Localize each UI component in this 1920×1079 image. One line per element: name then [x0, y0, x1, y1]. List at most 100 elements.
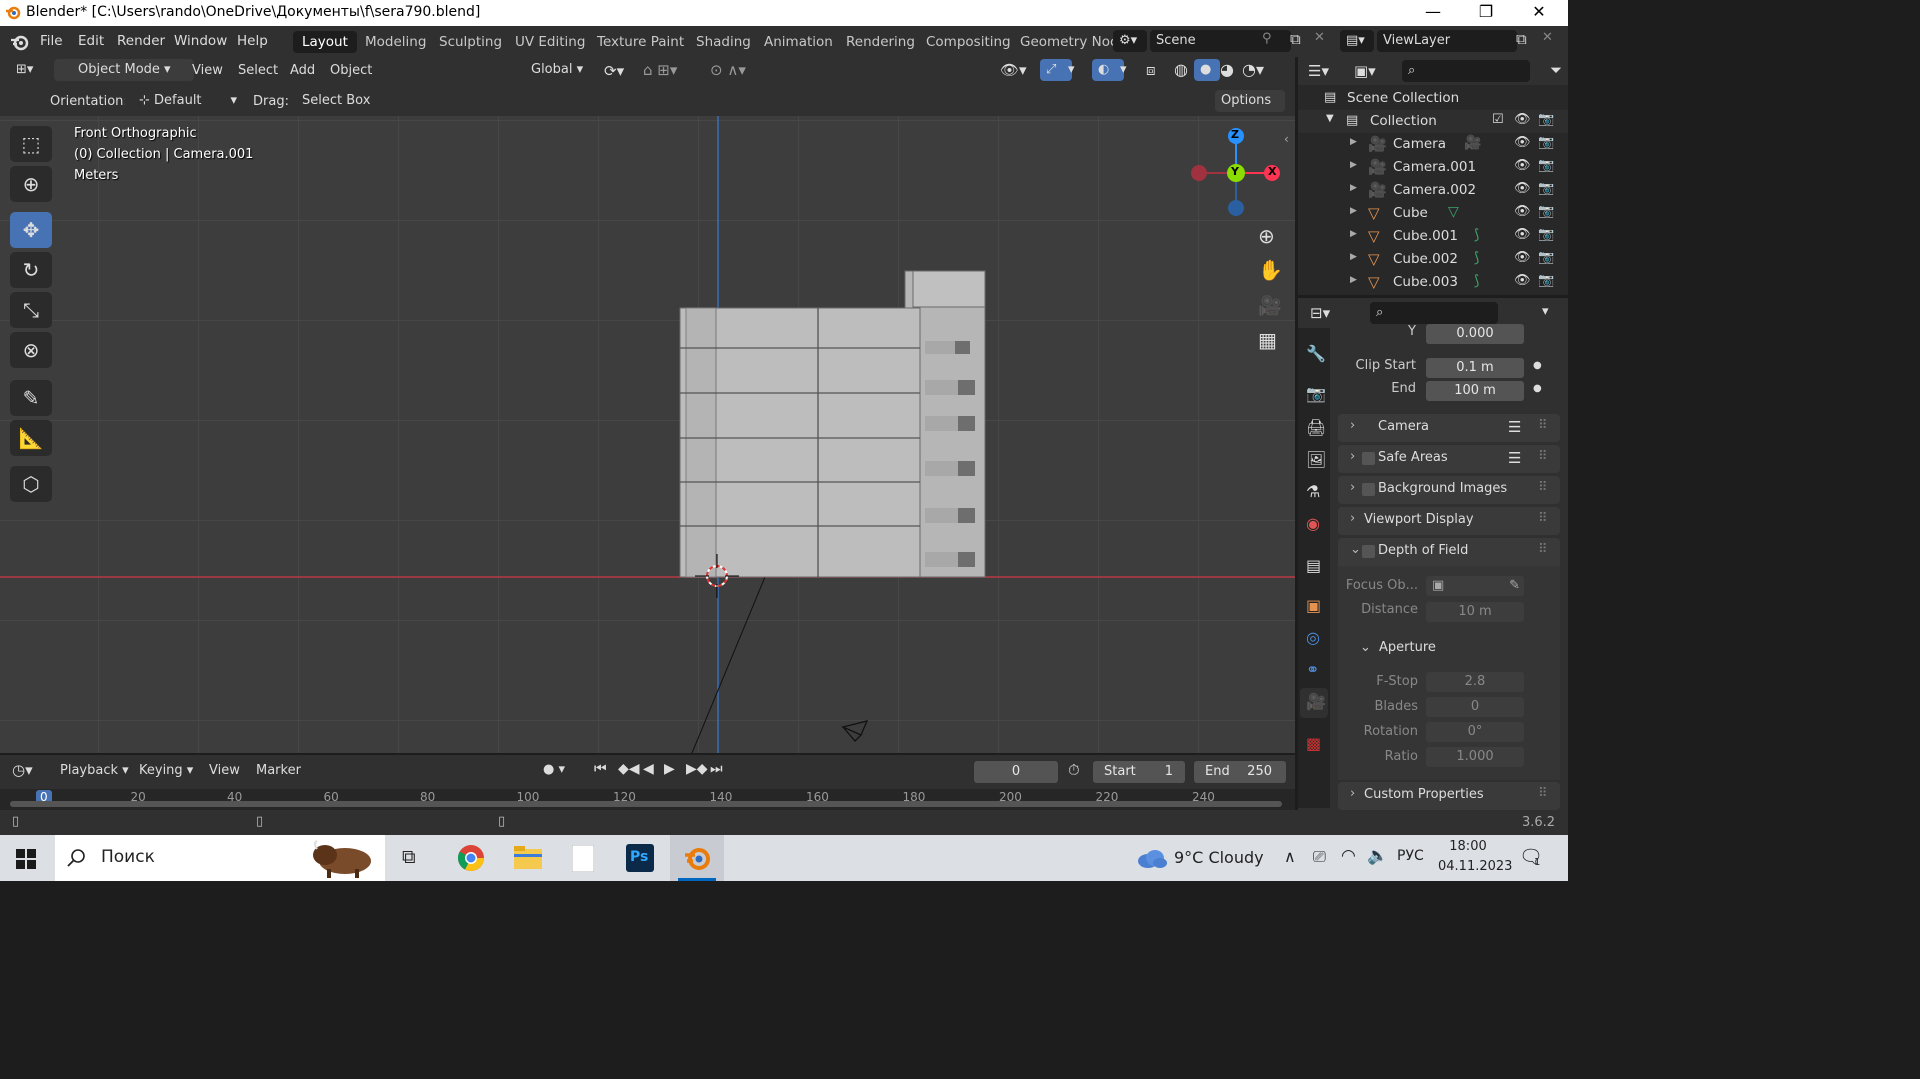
drag-handle-icon[interactable]: ⠿	[1538, 418, 1548, 433]
tab-animation[interactable]: Animation	[755, 31, 842, 53]
pan-hand-icon[interactable]: ✋	[1258, 258, 1283, 282]
ortho-grid-icon[interactable]: ▦	[1258, 328, 1277, 352]
rotate-tool[interactable]: ↻	[10, 252, 52, 288]
drag-handle-icon[interactable]: ⠿	[1538, 480, 1548, 495]
outliner-item[interactable]: ▶ 🎥 Camera.001 👁 📷	[1298, 156, 1568, 179]
clock-date[interactable]: 04.11.2023	[1438, 859, 1512, 874]
select-box-tool[interactable]: ⬚	[10, 126, 52, 162]
output-tab-icon[interactable]: 🖨	[1306, 418, 1326, 437]
filter-icon[interactable]: ⏷	[1550, 61, 1562, 79]
preview-range-icon[interactable]: ⏱	[1068, 761, 1080, 779]
proportional-edit-icon[interactable]: ⊙ ∧▾	[710, 61, 746, 79]
render-camera-icon[interactable]: 📷	[1538, 273, 1554, 288]
menu-keying[interactable]: Keying ▾	[139, 763, 193, 778]
outliner-item[interactable]: ▶ 🎥 Camera.002 👁 📷	[1298, 179, 1568, 202]
object-tab-icon[interactable]: ▣	[1306, 596, 1321, 615]
chrome-icon[interactable]	[457, 844, 485, 872]
play-icon[interactable]: ▶	[664, 761, 675, 777]
expand-collection-icon[interactable]: ▼	[1326, 113, 1334, 124]
distance-field[interactable]: 10 m	[1426, 602, 1524, 622]
visibility-eye-icon[interactable]: 👁	[1514, 227, 1531, 242]
language-indicator[interactable]: РУС	[1397, 848, 1424, 864]
options-dropdown[interactable]: Options ▾	[1215, 90, 1285, 130]
outliner-collection[interactable]: ▼ ▤ Collection ☑ 👁 📷	[1298, 110, 1568, 133]
taskbar-search-box[interactable]: Поиск	[55, 835, 385, 881]
auto-keying-icon[interactable]: ● ▾	[543, 762, 565, 777]
panel-camera[interactable]: › Camera ☰ ⠿	[1338, 414, 1560, 442]
tray-device-icon[interactable]: ⎚	[1313, 847, 1326, 867]
outliner-search-input[interactable]: ⌕	[1402, 60, 1530, 82]
camera-data-tab-icon[interactable]: 🎥	[1306, 692, 1326, 711]
rendered-shading-icon[interactable]: ◔▾	[1242, 60, 1264, 79]
end-frame-field[interactable]: End 250	[1194, 761, 1286, 783]
solid-shading-icon[interactable]: ●	[1194, 59, 1220, 81]
visibility-eye-icon[interactable]: 👁	[1514, 158, 1531, 173]
expand-arrow-icon[interactable]: ▶	[1350, 275, 1357, 285]
properties-search-input[interactable]: ⌕	[1370, 302, 1498, 324]
drag-dropdown[interactable]: Select Box ▾	[296, 90, 380, 130]
drag-handle-icon[interactable]: ⠿	[1538, 542, 1548, 557]
camera-data-icon[interactable]: 🎥	[1464, 135, 1481, 151]
overlay-dropdown-icon[interactable]: ▾	[1120, 62, 1127, 77]
menu-view[interactable]: View	[192, 63, 223, 78]
visibility-eye-icon[interactable]: 👁	[1514, 135, 1531, 150]
expand-arrow-icon[interactable]: ▶	[1350, 137, 1357, 147]
properties-editor-type-icon[interactable]: ⊟▾	[1310, 304, 1330, 322]
3d-viewport[interactable]: Front Orthographic (0) Collection | Came…	[0, 116, 1295, 753]
tab-compositing[interactable]: Compositing	[917, 31, 1020, 53]
tab-modeling[interactable]: Modeling	[356, 31, 435, 53]
jump-keyframe-forward-icon[interactable]: ▶◆	[686, 761, 708, 777]
volume-icon[interactable]: 🔈	[1367, 846, 1388, 866]
viewlayer-browse-button[interactable]: ▤▾	[1340, 30, 1374, 52]
jump-start-icon[interactable]: ⏮	[594, 761, 607, 777]
eyedropper-icon[interactable]: ✎	[1509, 576, 1520, 596]
jump-keyframe-back-icon[interactable]: ◆◀	[618, 761, 640, 777]
tab-layout[interactable]: Layout	[293, 31, 357, 53]
move-tool[interactable]: ✥	[10, 212, 52, 248]
render-camera-icon[interactable]: 📷	[1538, 158, 1554, 173]
photoshop-icon[interactable]: Ps	[626, 844, 654, 872]
zoom-icon[interactable]: ⊕	[1258, 224, 1275, 248]
play-reverse-icon[interactable]: ◀	[643, 761, 654, 777]
blades-field[interactable]: 0	[1426, 697, 1524, 717]
weather-text[interactable]: 9°C Cloudy	[1174, 848, 1264, 867]
outliner-item[interactable]: ▶ ▽ Cube.003 ⟆ 👁 📷	[1298, 271, 1568, 294]
tab-texture-paint[interactable]: Texture Paint	[588, 31, 693, 53]
xray-icon[interactable]: ⧈	[1146, 61, 1156, 79]
visibility-eye-icon[interactable]: 👁	[1514, 250, 1531, 265]
modifier-icon[interactable]: ⟆	[1474, 250, 1479, 266]
transform-orientation-dropdown[interactable]: Global ▾	[505, 59, 617, 81]
world-tab-icon[interactable]: ◉	[1306, 514, 1320, 533]
panel-viewport-display[interactable]: › Viewport Display ⠿	[1338, 507, 1560, 535]
start-frame-field[interactable]: Start 1	[1093, 761, 1185, 783]
shift-y-field[interactable]: 0.000	[1426, 324, 1524, 344]
visibility-eye-icon[interactable]: 👁	[1514, 112, 1531, 127]
weather-cloud-icon[interactable]	[1137, 850, 1167, 868]
pin-scene-icon[interactable]: ⚲	[1262, 31, 1272, 46]
outliner-item[interactable]: ▶ ▽ Cube.002 ⟆ 👁 📷	[1298, 248, 1568, 271]
drag-handle-icon[interactable]: ⠿	[1538, 449, 1548, 464]
background-images-checkbox[interactable]	[1362, 483, 1375, 496]
menu-help[interactable]: Help	[237, 33, 268, 49]
tab-rendering[interactable]: Rendering	[837, 31, 924, 53]
panel-depth-of-field[interactable]: ⌄ Depth of Field ⠿	[1338, 538, 1560, 566]
drag-handle-icon[interactable]: ⠿	[1538, 786, 1548, 801]
task-view-icon[interactable]: ⧉	[402, 846, 416, 868]
chevron-down-icon[interactable]: ⌄	[1360, 640, 1371, 655]
physics-tab-icon[interactable]: ◎	[1306, 628, 1320, 647]
display-mode-icon[interactable]: ▣▾	[1354, 62, 1376, 80]
menu-render[interactable]: Render	[117, 33, 165, 49]
transform-tool[interactable]: ⊗	[10, 332, 52, 368]
panel-custom-properties[interactable]: › Custom Properties ⠿	[1338, 782, 1560, 810]
visibility-eye-icon[interactable]: 👁	[1514, 181, 1531, 196]
depth-of-field-checkbox[interactable]	[1362, 545, 1375, 558]
viewlayer-name-field[interactable]: ViewLayer	[1377, 30, 1517, 52]
render-camera-icon[interactable]: 📷	[1538, 112, 1554, 127]
new-scene-icon[interactable]: ⧉	[1290, 30, 1301, 48]
expand-arrow-icon[interactable]: ▶	[1350, 160, 1357, 170]
clip-start-field[interactable]: 0.1 m	[1426, 358, 1524, 378]
rotation-field[interactable]: 0°	[1426, 722, 1524, 742]
modifier-icon[interactable]: ⟆	[1474, 273, 1479, 289]
outliner-item[interactable]: ▶ ▽ Cube.001 ⟆ 👁 📷	[1298, 225, 1568, 248]
fstop-field[interactable]: 2.8	[1426, 672, 1524, 692]
